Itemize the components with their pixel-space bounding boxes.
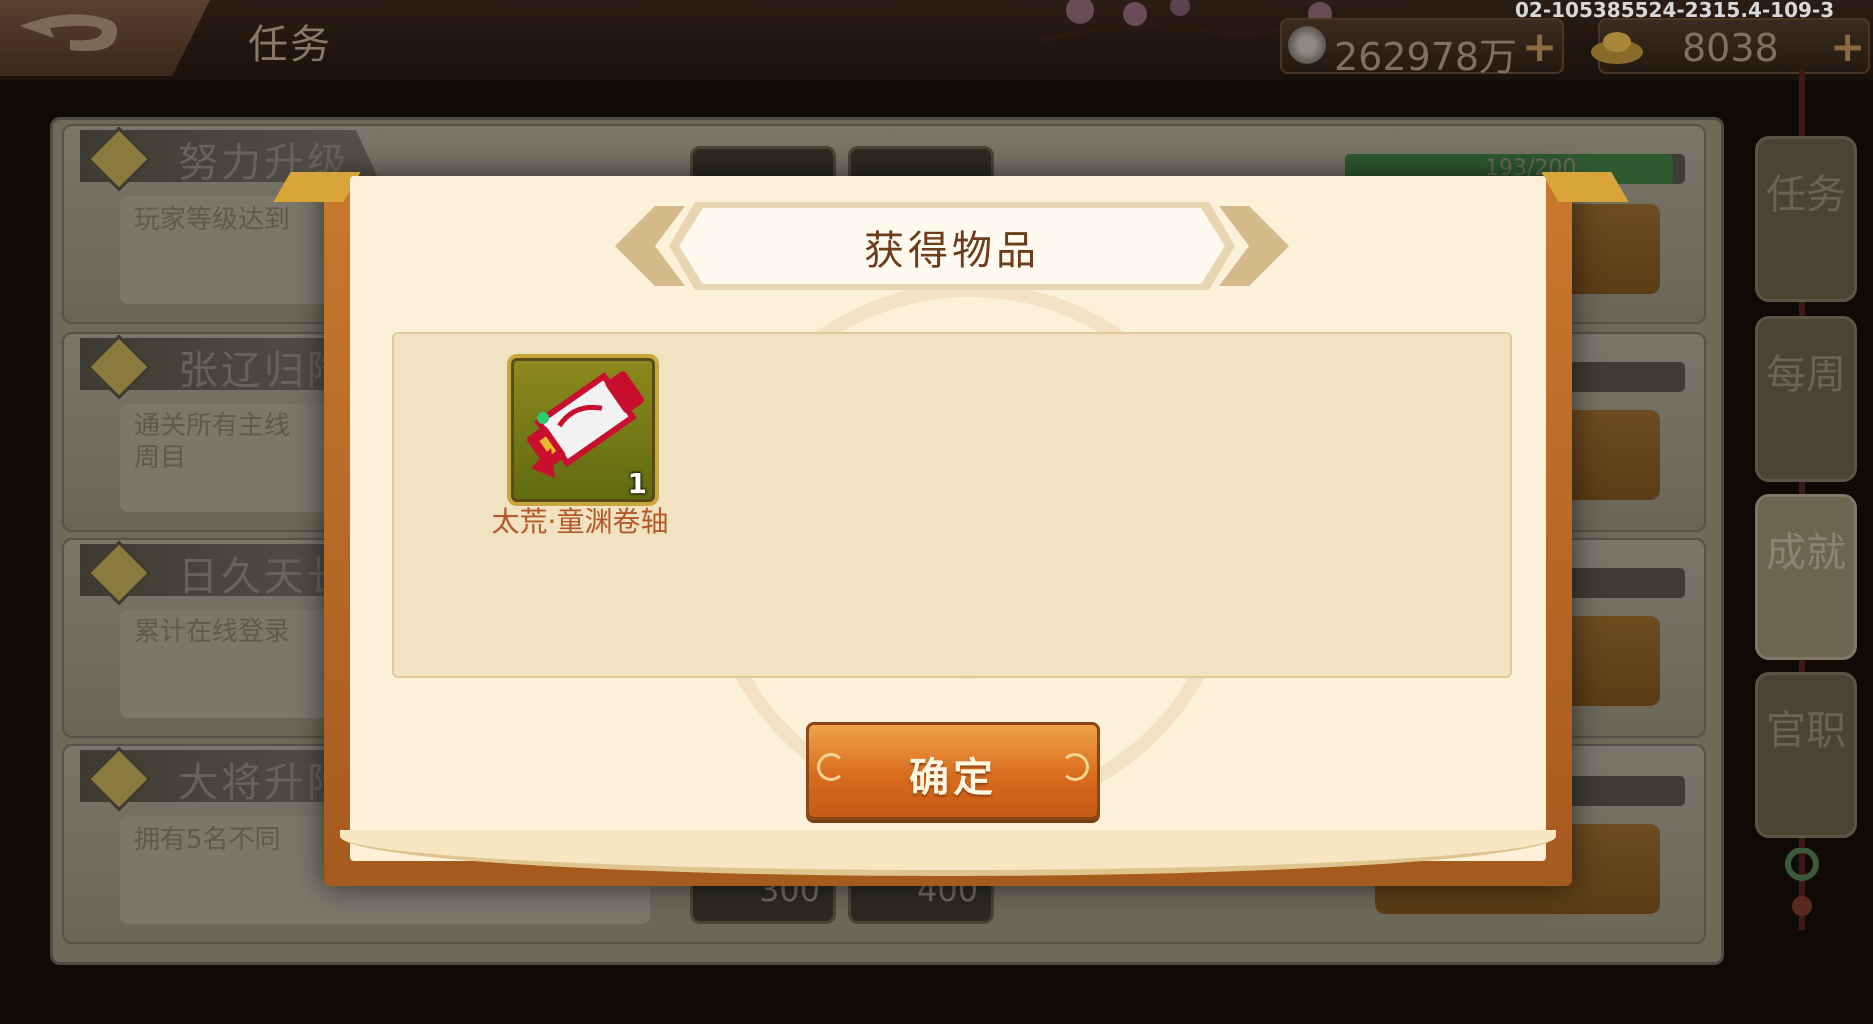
quest-desc: 拥有5名不同 bbox=[134, 825, 281, 855]
item-name: 太荒·童渊卷轴 bbox=[491, 505, 669, 538]
tab-office[interactable]: 官职 bbox=[1755, 672, 1857, 838]
tab-label: 官职 bbox=[1766, 708, 1846, 754]
item-count: 1 bbox=[627, 467, 647, 500]
debug-info: 02-105385524-2315.4-109-3 bbox=[1515, 0, 1835, 22]
tab-label: 任务 bbox=[1766, 172, 1846, 218]
back-arrow-icon bbox=[20, 14, 118, 51]
gold-amount: 8038 bbox=[1682, 26, 1779, 70]
quest-desc: 累计在线登录 bbox=[134, 617, 291, 647]
silver-coin-icon bbox=[1288, 26, 1326, 64]
jade-pendant-icon bbox=[1785, 848, 1819, 916]
silver-currency: 262978万 + bbox=[1280, 18, 1564, 79]
add-silver-button[interactable]: + bbox=[1522, 22, 1557, 71]
tab-weekly[interactable]: 每周 bbox=[1755, 316, 1857, 482]
dialog-title: 获得物品 bbox=[864, 228, 1040, 274]
scroll-icon[interactable]: 1 bbox=[507, 354, 659, 506]
silver-amount: 262978万 bbox=[1334, 35, 1518, 79]
quest-desc: 玩家等级达到 bbox=[134, 205, 291, 235]
tab-achievements[interactable]: 成就 bbox=[1755, 494, 1857, 660]
confirm-button[interactable]: 确定 bbox=[806, 722, 1100, 820]
gold-currency: 8038 + bbox=[1591, 18, 1870, 74]
add-gold-button[interactable]: + bbox=[1830, 22, 1865, 71]
gold-ingot-icon bbox=[1591, 32, 1643, 64]
tab-label: 成就 bbox=[1766, 530, 1846, 576]
confirm-label: 确定 bbox=[909, 755, 997, 801]
tab-tasks[interactable]: 任务 bbox=[1755, 136, 1857, 302]
tab-label: 每周 bbox=[1766, 352, 1846, 398]
quest-desc: 通关所有主线 周目 bbox=[134, 411, 291, 473]
page-title: 任务 bbox=[248, 22, 332, 68]
